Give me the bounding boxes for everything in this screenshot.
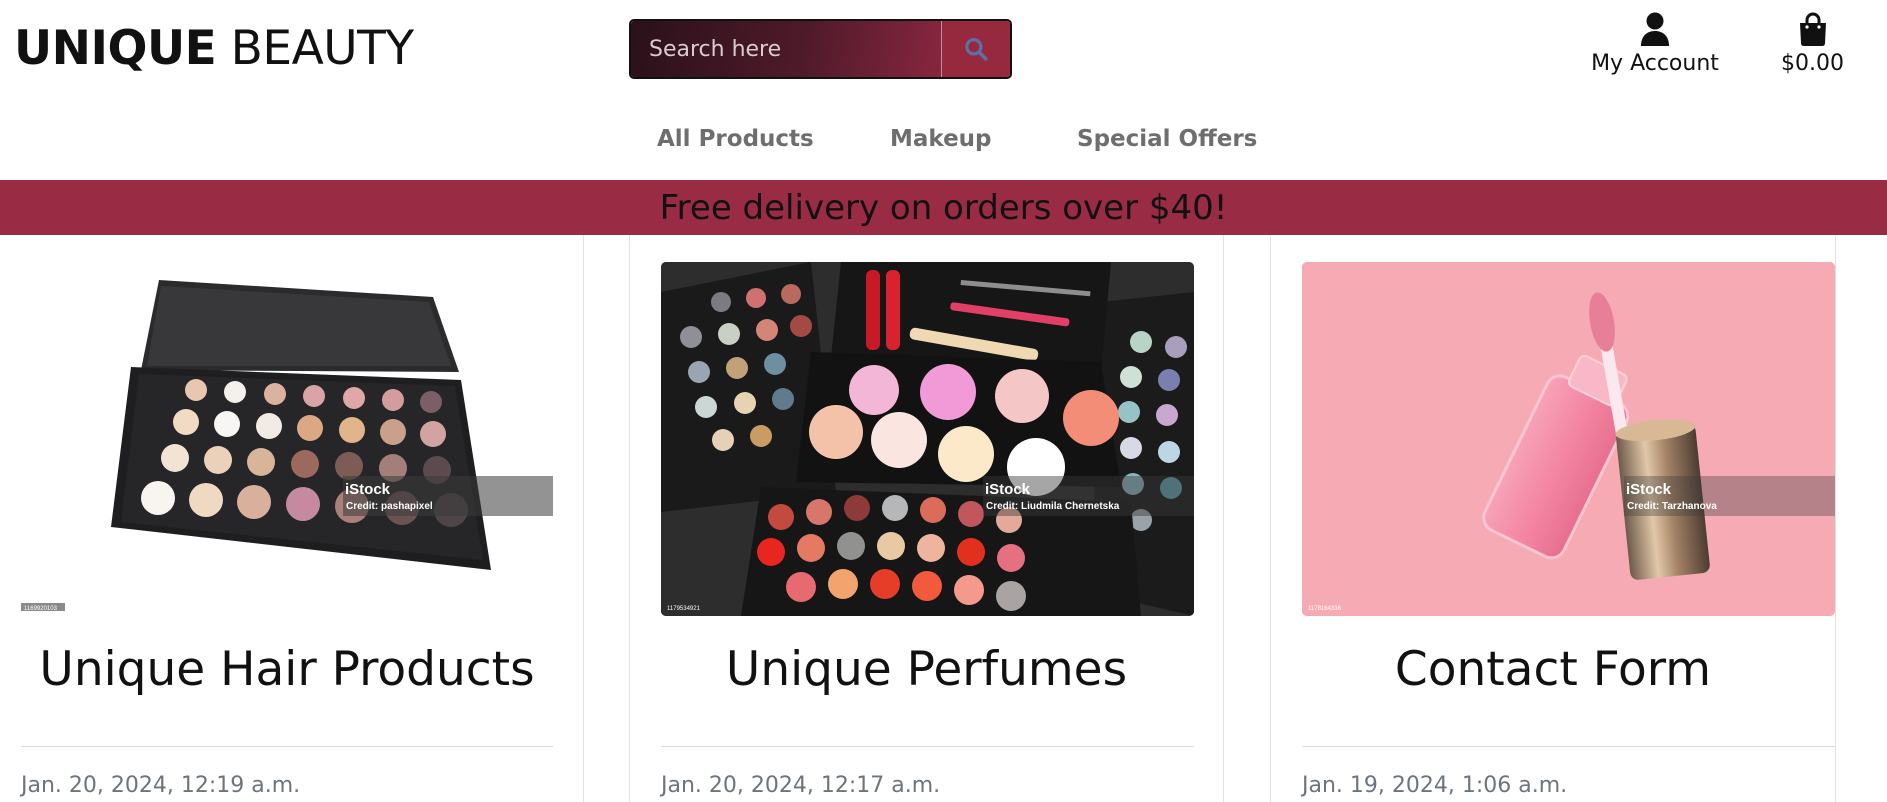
post-title[interactable]: Unique Perfumes: [630, 640, 1223, 700]
post-image-eyeshadow-palette[interactable]: iStock Credit: pashapixel 1169920103: [21, 262, 553, 616]
search-button[interactable]: [942, 21, 1010, 77]
nav-item-all-products[interactable]: All Products: [657, 118, 814, 160]
search-icon: [965, 38, 988, 61]
post-image-makeup-kit[interactable]: iStock Credit: Liudmila Chernetska 11795…: [661, 262, 1194, 616]
watermark-brand: iStock: [985, 481, 1031, 498]
main-nav: All Products Makeup Special Offers: [0, 118, 1887, 160]
watermark-credit: Credit: pashapixel: [346, 501, 433, 512]
brand-name-bold: UNIQUE: [14, 21, 217, 76]
site-header: UNIQUE BEAUTY My Account $0.00: [0, 0, 1887, 100]
post-date: Jan. 19, 2024, 1:06 a.m.: [1302, 773, 1568, 798]
my-account-link[interactable]: My Account: [1585, 12, 1725, 78]
search-form: [629, 19, 1012, 79]
brand-name-light: BEAUTY: [230, 21, 414, 76]
my-account-label: My Account: [1591, 51, 1719, 76]
watermark-brand: iStock: [345, 481, 391, 498]
post-card: iStock Credit: Tarzhanova 1178164336 Con…: [1270, 235, 1836, 802]
cart-link[interactable]: $0.00: [1770, 12, 1855, 78]
post-card: iStock Credit: Liudmila Chernetska 11795…: [629, 235, 1224, 802]
shopping-bag-icon: [1799, 12, 1826, 46]
nav-item-makeup[interactable]: Makeup: [890, 118, 992, 160]
post-date: Jan. 20, 2024, 12:17 a.m.: [661, 773, 941, 798]
watermark-credit: Credit: Tarzhanova: [1627, 501, 1717, 512]
post-image-lip-gloss[interactable]: iStock Credit: Tarzhanova 1178164336: [1302, 262, 1835, 616]
post-date: Jan. 20, 2024, 12:19 a.m.: [21, 773, 301, 798]
post-card: iStock Credit: pashapixel 1169920103 Uni…: [0, 235, 584, 802]
user-icon: [1641, 12, 1669, 46]
card-divider: [21, 746, 553, 747]
post-title[interactable]: Contact Form: [1271, 640, 1835, 700]
delivery-banner-text: Free delivery on orders over $40!: [659, 188, 1228, 228]
watermark-credit: Credit: Liudmila Chernetska: [986, 501, 1120, 512]
nav-item-special-offers[interactable]: Special Offers: [1077, 118, 1257, 160]
search-input[interactable]: [631, 21, 942, 77]
cart-total: $0.00: [1781, 51, 1844, 76]
watermark-stock-id: 1179534921: [667, 606, 701, 612]
watermark-stock-id: 1178164336: [1308, 606, 1342, 612]
watermark-brand: iStock: [1626, 481, 1672, 498]
watermark-stock-id: 1169920103: [24, 606, 58, 612]
card-divider: [661, 746, 1194, 747]
post-title[interactable]: Unique Hair Products: [0, 640, 574, 700]
brand-logo[interactable]: UNIQUE BEAUTY: [14, 20, 414, 78]
delivery-banner: Free delivery on orders over $40!: [0, 180, 1887, 235]
card-divider: [1302, 746, 1835, 747]
